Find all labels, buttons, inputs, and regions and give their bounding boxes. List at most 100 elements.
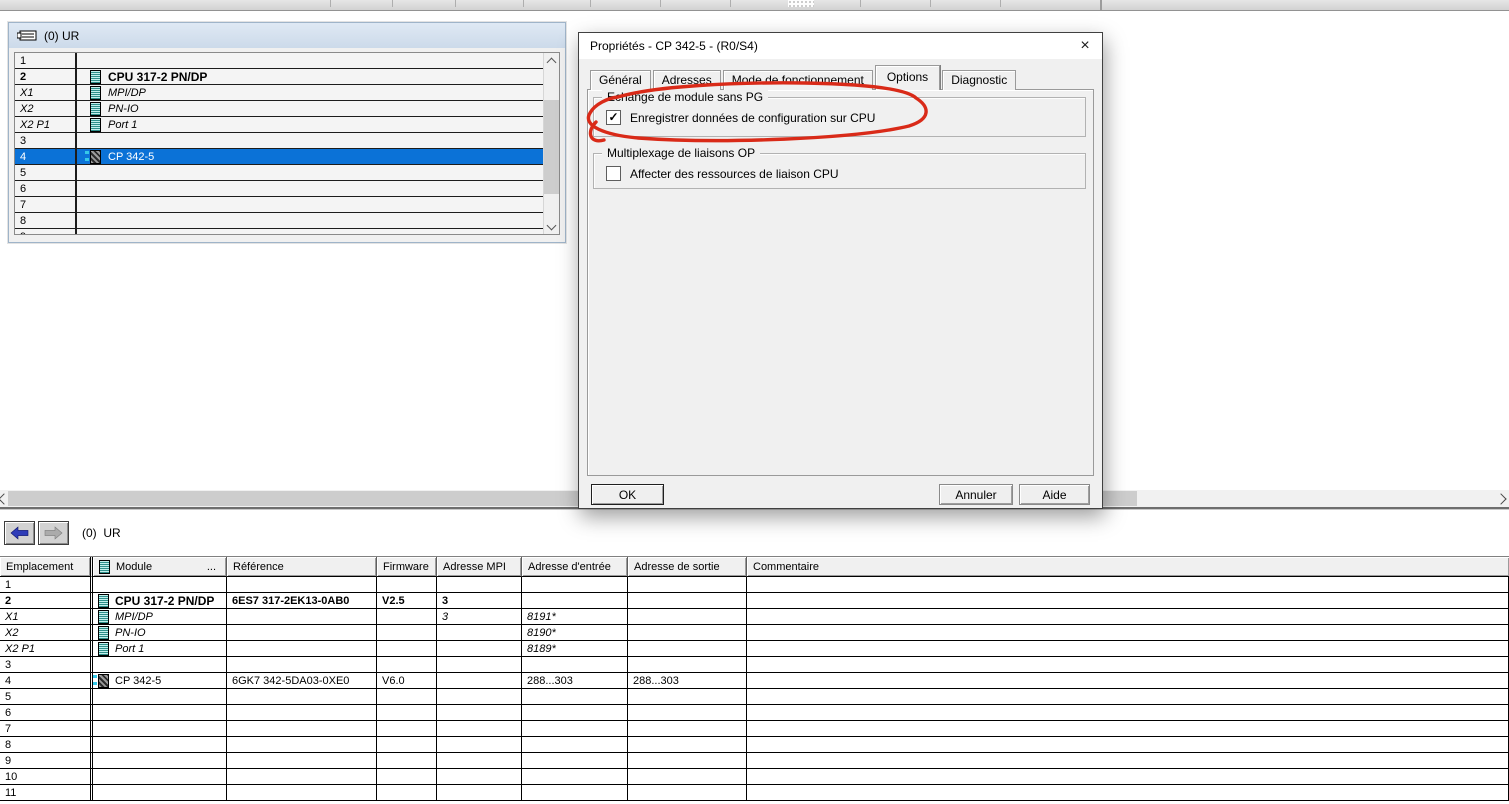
cell-adresse-mpi: [437, 625, 522, 640]
table-row-slot-9[interactable]: 9: [0, 753, 1509, 769]
slot-label: 3: [15, 133, 77, 148]
detail-pane: (0) UR Emplacement Module ... Référence …: [0, 510, 1509, 804]
tab-mode-de-fonctionnement[interactable]: Mode de fonctionnement: [723, 70, 873, 90]
rack-row-slot-X1[interactable]: X1MPI/DP: [15, 85, 543, 101]
help-button[interactable]: Aide: [1019, 484, 1090, 505]
cell-commentaire: [747, 641, 1509, 656]
slot-label: 4: [15, 149, 77, 164]
cell-adresse-entree: [522, 753, 628, 768]
slot-label: 2: [15, 69, 77, 84]
cell-reference: 6ES7 317-2EK13-0AB0: [227, 593, 377, 608]
rack-row-slot-3[interactable]: 3: [15, 133, 543, 149]
cell-adresse-sortie: [628, 593, 747, 608]
cell-adresse-mpi: [437, 673, 522, 688]
cell-module: [93, 689, 227, 704]
table-row-slot-5[interactable]: 5: [0, 689, 1509, 705]
table-row-slot-11[interactable]: 11: [0, 785, 1509, 801]
checkbox-icon[interactable]: ✓: [606, 110, 621, 125]
tab-diagnostic[interactable]: Diagnostic: [942, 70, 1016, 90]
rack-row-slot-9[interactable]: 9: [15, 229, 543, 234]
checkbox-save-config-row[interactable]: ✓ Enregistrer données de configuration s…: [606, 110, 1085, 125]
cell-adresse-mpi: [437, 737, 522, 752]
table-row-slot-X2 P1[interactable]: X2 P1Port 18189*: [0, 641, 1509, 657]
table-row-slot-X1[interactable]: X1MPI/DP38191*: [0, 609, 1509, 625]
scroll-up-icon[interactable]: [544, 53, 559, 68]
toolbar-separator: [1100, 0, 1102, 10]
ok-button[interactable]: OK: [591, 484, 664, 505]
cell-reference: [227, 721, 377, 736]
cell-emplacement: 8: [0, 737, 93, 752]
cell-module: MPI/DP: [93, 609, 227, 624]
table-row-slot-10[interactable]: 10: [0, 769, 1509, 785]
module-cell: Port 1: [77, 117, 543, 132]
table-row-slot-2[interactable]: 2CPU 317-2 PN/DP6ES7 317-2EK13-0AB0V2.53: [0, 593, 1509, 609]
scroll-down-icon[interactable]: [544, 219, 559, 234]
module-cell: MPI/DP: [77, 85, 543, 100]
table-row-slot-3[interactable]: 3: [0, 657, 1509, 673]
table-row-slot-4[interactable]: 4CP 342-56GK7 342-5DA03-0XE0V6.0288...30…: [0, 673, 1509, 689]
rack-window-titlebar[interactable]: (0) UR: [9, 23, 565, 48]
cell-commentaire: [747, 609, 1509, 624]
tab-g-n-ral[interactable]: Général: [590, 70, 651, 90]
tab-options[interactable]: Options: [875, 65, 940, 90]
cell-module: [93, 737, 227, 752]
cell-adresse-mpi: [437, 785, 522, 800]
rack-row-slot-2[interactable]: 2CPU 317-2 PN/DP: [15, 69, 543, 85]
module-name: PN-IO: [108, 103, 139, 115]
vertical-scrollbar[interactable]: [544, 53, 559, 234]
cell-adresse-sortie: [628, 577, 747, 592]
forward-button[interactable]: [38, 521, 69, 545]
cell-adresse-entree: [522, 593, 628, 608]
table-row-slot-X2[interactable]: X2PN-IO8190*: [0, 625, 1509, 641]
rack-row-slot-X2[interactable]: X2PN-IO: [15, 101, 543, 117]
cell-adresse-sortie: [628, 609, 747, 624]
rack-row-slot-X2 P1[interactable]: X2 P1Port 1: [15, 117, 543, 133]
cell-adresse-sortie: [628, 785, 747, 800]
scroll-right-icon[interactable]: [1495, 493, 1506, 504]
groupbox-multiplexage: Multiplexage de liaisons OP ✓ Affecter d…: [593, 153, 1086, 189]
scrollbar-thumb[interactable]: [544, 100, 559, 194]
close-icon[interactable]: ×: [1074, 36, 1096, 56]
table-row-slot-8[interactable]: 8: [0, 737, 1509, 753]
table-row-slot-6[interactable]: 6: [0, 705, 1509, 721]
cell-adresse-mpi: [437, 657, 522, 672]
checkbox-liaison-row[interactable]: ✓ Affecter des ressources de liaison CPU: [606, 166, 1085, 181]
cell-reference: [227, 705, 377, 720]
slot-label: 7: [15, 197, 77, 212]
toolbar-divider: [860, 0, 861, 7]
cell-commentaire: [747, 785, 1509, 800]
table-row-slot-1[interactable]: 1: [0, 577, 1509, 593]
checkbox-label: Enregistrer données de configuration sur…: [630, 111, 875, 125]
cell-adresse-entree: 8191*: [522, 609, 628, 624]
cell-module: [93, 769, 227, 784]
header-firmware: Firmware: [377, 557, 437, 577]
rack-row-slot-6[interactable]: 6: [15, 181, 543, 197]
checkbox-icon[interactable]: ✓: [606, 166, 621, 181]
dialog-titlebar[interactable]: Propriétés - CP 342-5 - (R0/S4) ×: [579, 33, 1102, 59]
slot-label: X2 P1: [15, 117, 77, 132]
cell-firmware: [377, 721, 437, 736]
cell-adresse-entree: 8190*: [522, 625, 628, 640]
cancel-button[interactable]: Annuler: [939, 484, 1013, 505]
cell-commentaire: [747, 705, 1509, 720]
module-name: MPI/DP: [115, 611, 153, 623]
cell-module: [93, 705, 227, 720]
module-cell: [77, 229, 543, 234]
table-row-slot-7[interactable]: 7: [0, 721, 1509, 737]
rack-row-slot-7[interactable]: 7: [15, 197, 543, 213]
cell-adresse-entree: [522, 657, 628, 672]
rack-row-slot-4[interactable]: 4CP 342-5: [15, 149, 543, 165]
rack-row-slot-1[interactable]: 1: [15, 53, 543, 69]
cell-reference: [227, 625, 377, 640]
cell-adresse-sortie: [628, 753, 747, 768]
toolbar-sliver: [0, 0, 1509, 11]
tab-adresses[interactable]: Adresses: [653, 70, 721, 90]
module-icon: [99, 560, 110, 574]
back-button[interactable]: [4, 521, 35, 545]
rack-row-slot-8[interactable]: 8: [15, 213, 543, 229]
rack-row-slot-5[interactable]: 5: [15, 165, 543, 181]
cell-emplacement: X1: [0, 609, 93, 624]
module-cell: CPU 317-2 PN/DP: [77, 69, 543, 84]
module-icon: [90, 102, 101, 116]
cell-adresse-mpi: [437, 577, 522, 592]
